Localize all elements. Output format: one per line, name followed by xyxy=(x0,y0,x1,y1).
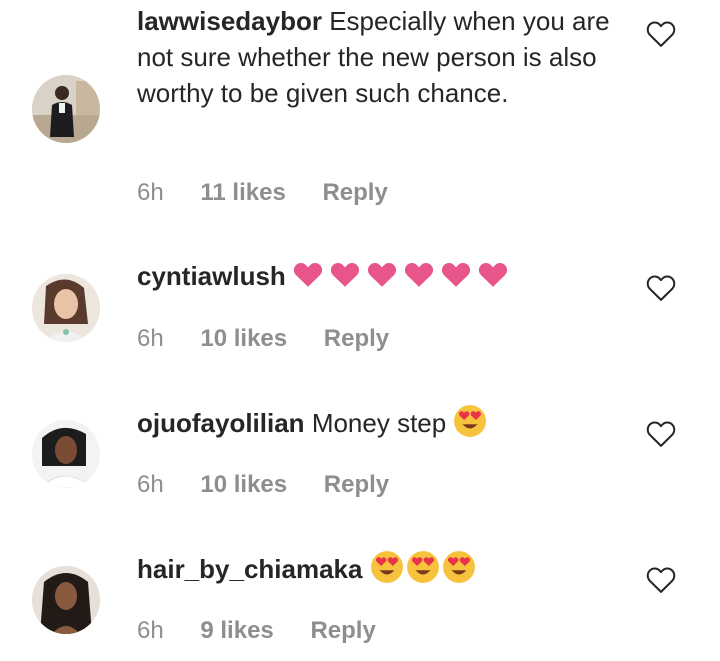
comment-time: 6h xyxy=(137,325,164,352)
heart-outline-icon[interactable] xyxy=(646,566,676,594)
pink-heart-emoji-icon xyxy=(404,263,434,287)
comment-meta: 6h 10 likes Reply xyxy=(137,325,419,353)
reply-button[interactable]: Reply xyxy=(322,179,387,206)
comment-time: 6h xyxy=(137,179,164,206)
avatar[interactable] xyxy=(32,75,100,143)
heart-eyes-face-emoji-icon xyxy=(370,551,403,583)
comment-username[interactable]: ojuofayolilian xyxy=(137,408,305,438)
reply-button[interactable]: Reply xyxy=(324,471,389,498)
comment-meta: 6h 9 likes Reply xyxy=(137,617,406,645)
comment-text: cyntiawlush xyxy=(137,258,617,294)
reply-button[interactable]: Reply xyxy=(324,325,389,352)
pink-heart-emoji-icon xyxy=(478,263,508,287)
avatar[interactable] xyxy=(32,420,100,488)
comment-time: 6h xyxy=(137,471,164,498)
heart-eyes-face-emoji-icon xyxy=(454,405,487,437)
avatar[interactable] xyxy=(32,274,100,342)
comment-likes[interactable]: 10 likes xyxy=(200,471,287,498)
pink-heart-emoji-icon xyxy=(330,263,360,287)
comment-text: lawwisedaybor Especially when you are no… xyxy=(137,3,617,111)
comment-likes[interactable]: 11 likes xyxy=(200,179,285,206)
comment-username[interactable]: lawwisedaybor xyxy=(137,6,322,36)
avatar[interactable] xyxy=(32,566,100,634)
comment-body: Money step xyxy=(311,408,447,438)
comment-meta: 6h 10 likes Reply xyxy=(137,471,419,499)
comment-emoji-group xyxy=(293,261,508,291)
comment-time: 6h xyxy=(137,617,164,644)
heart-outline-icon[interactable] xyxy=(646,274,676,302)
comment-likes[interactable]: 9 likes xyxy=(200,617,273,644)
comment-text: hair_by_chiamaka xyxy=(137,550,617,587)
heart-outline-icon[interactable] xyxy=(646,20,676,48)
heart-eyes-face-emoji-icon xyxy=(442,551,475,583)
reply-button[interactable]: Reply xyxy=(310,617,375,644)
comment-likes[interactable]: 10 likes xyxy=(200,325,287,352)
pink-heart-emoji-icon xyxy=(441,263,471,287)
comment-text: ojuofayolilian Money step xyxy=(137,404,617,441)
pink-heart-emoji-icon xyxy=(293,263,323,287)
comment-meta: 6h 11 likes Reply xyxy=(137,179,418,207)
heart-outline-icon[interactable] xyxy=(646,420,676,448)
comment-username[interactable]: cyntiawlush xyxy=(137,261,286,291)
comment-username[interactable]: hair_by_chiamaka xyxy=(137,554,362,584)
heart-eyes-face-emoji-icon xyxy=(406,551,439,583)
comment-emoji-group xyxy=(370,551,478,584)
pink-heart-emoji-icon xyxy=(367,263,397,287)
